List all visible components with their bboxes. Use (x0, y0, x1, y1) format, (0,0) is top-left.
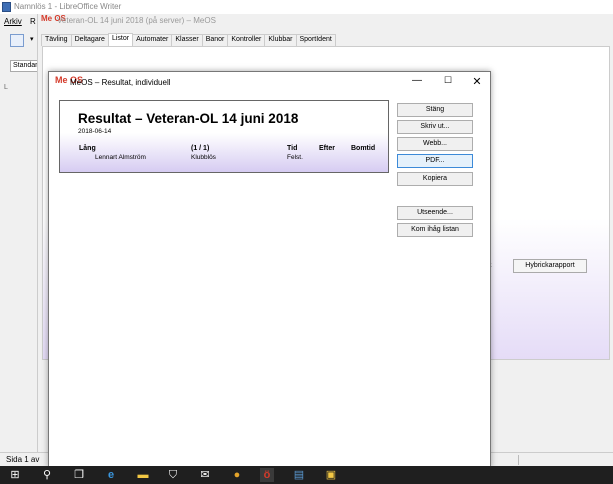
store-icon[interactable]: ⛉ (166, 468, 180, 482)
report-row-name[interactable]: Lennart Almström (95, 154, 146, 161)
maximize-icon[interactable]: ☐ (441, 75, 455, 86)
image-viewer-icon[interactable]: ▣ (324, 468, 338, 482)
menu-partial[interactable]: R (30, 17, 36, 26)
status-page-count: Sida 1 av (6, 455, 40, 464)
tab-listor[interactable]: Listor (107, 33, 134, 46)
file-explorer-icon[interactable]: ▬ (136, 468, 150, 482)
tab-deltagare[interactable]: Deltagare (70, 34, 109, 46)
menu-arkiv[interactable]: Arkiv (4, 17, 22, 26)
writer-document-icon (2, 2, 11, 12)
pdf-button[interactable]: PDF... (397, 154, 473, 168)
tab-klubbar[interactable]: Klubbar (264, 34, 297, 46)
report-col-after: Efter (319, 145, 335, 152)
close-icon[interactable]: ✕ (470, 75, 484, 88)
report-date: 2018-06-14 (78, 128, 112, 135)
copy-button[interactable]: Kopiera (397, 172, 473, 186)
close-button[interactable]: Stäng (397, 103, 473, 117)
mail-icon[interactable]: ✉ (198, 468, 212, 482)
paragraph-style-box[interactable]: Standard (10, 60, 40, 72)
print-button[interactable]: Skriv ut... (397, 120, 473, 134)
hybrid-report-button[interactable]: Hybrickarapport (513, 259, 587, 273)
task-view-icon[interactable]: ❐ (72, 468, 86, 482)
appearance-button[interactable]: Utseende... (397, 206, 473, 220)
tab-sportident[interactable]: SportIdent (295, 34, 336, 46)
tab-kontroller[interactable]: Kontroller (227, 34, 266, 46)
report-title: Resultat – Veteran-OL 14 juni 2018 (78, 111, 299, 126)
dropdown-arrow-icon[interactable]: ▾ (30, 35, 34, 43)
writer-icon[interactable]: ▤ (292, 468, 306, 482)
report-row-time: Felst. (287, 154, 303, 161)
windows-start-icon[interactable]: ⊞ (8, 468, 22, 482)
meos-window-title: Veteran-OL 14 juni 2018 (på server) – Me… (57, 16, 216, 25)
report-row-club[interactable]: Klubblös (191, 154, 216, 161)
tab-klasser[interactable]: Klasser (171, 34, 203, 46)
report-count: (1 / 1) (191, 145, 210, 152)
tab-tävling[interactable]: Tävling (41, 34, 72, 46)
libreoffice-title: Namnlös 1 - LibreOffice Writer (14, 2, 122, 11)
search-icon[interactable]: ⚲ (40, 468, 54, 482)
web-button[interactable]: Webb... (397, 137, 473, 151)
ruler-tab-marker: L (4, 84, 8, 91)
edge-icon[interactable]: e (104, 468, 118, 482)
report-col-misses: Bomtid (351, 145, 376, 152)
windows-taskbar (0, 466, 613, 484)
chrome-icon[interactable]: ● (230, 468, 244, 482)
meos-tab-bar: Tävling Deltagare Listor Automater Klasser Ba… (41, 33, 336, 46)
remember-list-button[interactable]: Kom ihåg listan (397, 223, 473, 237)
report-class-name: Lång (79, 145, 96, 152)
tab-automater[interactable]: Automater (132, 34, 173, 46)
minimize-icon[interactable]: — (410, 75, 424, 86)
tab-banor[interactable]: Banor (201, 34, 229, 46)
status-zoom-area[interactable] (518, 455, 613, 465)
dialog-title: MeOS – Resultat, individuell (70, 78, 171, 87)
report-col-time: Tid (287, 145, 298, 152)
meos-icon[interactable]: ö (260, 468, 274, 482)
new-document-icon[interactable] (10, 34, 24, 47)
